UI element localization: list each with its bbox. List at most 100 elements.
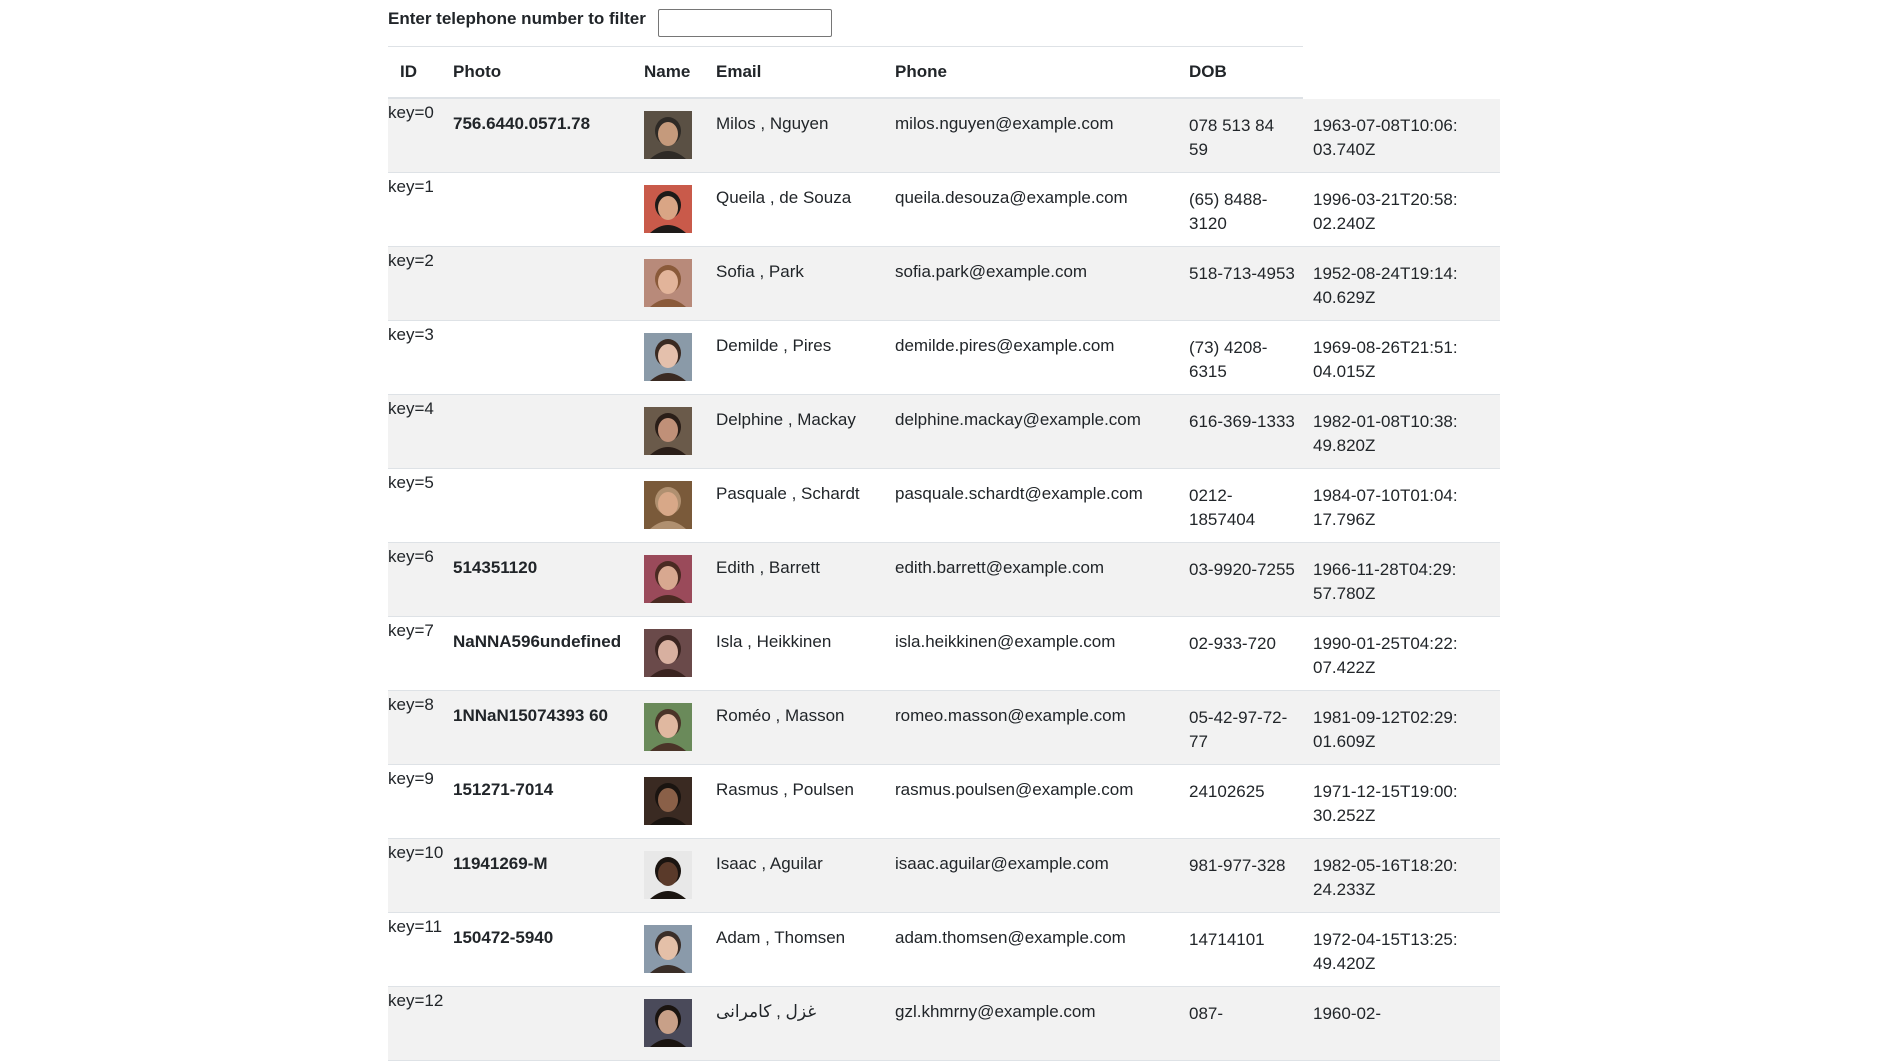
row-id: 514351120 bbox=[453, 558, 538, 577]
column-header-phone[interactable]: Phone bbox=[895, 62, 947, 82]
row-phone: 518-713-4953 bbox=[1189, 264, 1295, 283]
row-dob: 1982-01-08T10:38:49.820Z bbox=[1313, 412, 1458, 455]
row-phone: 087- bbox=[1189, 1004, 1224, 1023]
row-key: key=10 bbox=[388, 843, 444, 862]
table-row[interactable]: key=11 150472-5940 Adam , Thomsen adam.thom… bbox=[388, 913, 1500, 987]
avatar bbox=[644, 777, 692, 825]
row-name: Pasquale , Schardt bbox=[716, 484, 860, 503]
column-header-name[interactable]: Name bbox=[644, 62, 690, 82]
avatar bbox=[644, 111, 692, 159]
column-header-id[interactable]: ID bbox=[400, 62, 417, 82]
row-phone: (73) 4208-6315 bbox=[1189, 338, 1268, 381]
column-header-photo[interactable]: Photo bbox=[453, 62, 501, 82]
row-key: key=4 bbox=[388, 399, 434, 418]
row-dob: 1971-12-15T19:00:30.252Z bbox=[1313, 782, 1458, 825]
row-email: gzl.khmrny@example.com bbox=[895, 1002, 1096, 1021]
avatar-photo bbox=[644, 111, 692, 159]
row-phone: 981-977-328 bbox=[1189, 856, 1286, 875]
row-dob: 1969-08-26T21:51:04.015Z bbox=[1313, 338, 1458, 381]
row-name: Delphine , Mackay bbox=[716, 410, 856, 429]
avatar bbox=[644, 259, 692, 307]
row-email: adam.thomsen@example.com bbox=[895, 928, 1126, 947]
table-row[interactable]: key=0 756.6440.0571.78 Milos , Nguyen milos… bbox=[388, 99, 1500, 173]
row-name: Isaac , Aguilar bbox=[716, 854, 823, 873]
table-row[interactable]: key=9 151271-7014 Rasmus , Poulsen rasmus.p… bbox=[388, 765, 1500, 839]
avatar bbox=[644, 481, 692, 529]
row-dob: 1966-11-28T04:29:57.780Z bbox=[1313, 560, 1457, 603]
row-name: Adam , Thomsen bbox=[716, 928, 846, 947]
table-row[interactable]: key=4 Delphine , Mackay delphine.mackay@ex… bbox=[388, 395, 1500, 469]
row-email: sofia.park@example.com bbox=[895, 262, 1088, 281]
row-email: romeo.masson@example.com bbox=[895, 706, 1126, 725]
avatar-photo bbox=[644, 925, 692, 973]
phone-filter-input[interactable] bbox=[657, 9, 832, 37]
filter-label: Enter telephone number to filter bbox=[388, 9, 646, 28]
row-dob: 1960-02- bbox=[1313, 1004, 1382, 1023]
table-row[interactable]: key=3 Demilde , Pires demilde.pires@exampl… bbox=[388, 321, 1500, 395]
row-email: isaac.aguilar@example.com bbox=[895, 854, 1109, 873]
users-table-container: Enter telephone number to filter ID Phot… bbox=[388, 0, 1500, 1061]
row-dob: 1963-07-08T10:06:03.740Z bbox=[1313, 116, 1458, 159]
row-phone: 05-42-97-72-77 bbox=[1189, 708, 1288, 751]
row-id: 11941269-M bbox=[453, 854, 548, 873]
row-dob: 1972-04-15T13:25:49.420Z bbox=[1313, 930, 1458, 973]
row-email: demilde.pires@example.com bbox=[895, 336, 1115, 355]
row-phone: 03-9920-7255 bbox=[1189, 560, 1295, 579]
row-phone: 078 513 84 59 bbox=[1189, 116, 1275, 159]
row-name: Milos , Nguyen bbox=[716, 114, 829, 133]
row-id: NaNNA596undefined bbox=[453, 632, 622, 651]
row-key: key=8 bbox=[388, 695, 434, 714]
row-phone: 0212-1857404 bbox=[1189, 486, 1256, 529]
avatar-photo bbox=[644, 259, 692, 307]
column-header-email[interactable]: Email bbox=[716, 62, 761, 82]
avatar bbox=[644, 407, 692, 455]
table-header: ID Photo Name Email Phone DOB bbox=[388, 47, 1303, 99]
avatar bbox=[644, 703, 692, 751]
row-phone: 24102625 bbox=[1189, 782, 1265, 801]
table-row[interactable]: key=7 NaNNA596undefined Isla , Heikkinen is… bbox=[388, 617, 1500, 691]
avatar-photo bbox=[644, 555, 692, 603]
row-name: Roméo , Masson bbox=[716, 706, 845, 725]
table-row[interactable]: key=5 Pasquale , Schardt pasquale.schardt@… bbox=[388, 469, 1500, 543]
row-email: delphine.mackay@example.com bbox=[895, 410, 1141, 429]
avatar-photo bbox=[644, 777, 692, 825]
row-name: غزل , کامرانی bbox=[716, 1002, 817, 1021]
table-body: key=0 756.6440.0571.78 Milos , Nguyen milos… bbox=[388, 99, 1500, 1061]
table-row[interactable]: key=1 Queila , de Souza queila.desouza@exa… bbox=[388, 173, 1500, 247]
row-phone: 616-369-1333 bbox=[1189, 412, 1295, 431]
avatar-photo bbox=[644, 481, 692, 529]
table-row[interactable]: key=8 1NNaN15074393 60 Roméo , Masson romeo… bbox=[388, 691, 1500, 765]
avatar bbox=[644, 925, 692, 973]
avatar bbox=[644, 555, 692, 603]
table-row[interactable]: key=6 514351120 Edith , Barrett edith.barre… bbox=[388, 543, 1500, 617]
row-key: key=3 bbox=[388, 325, 434, 344]
avatar-photo bbox=[644, 185, 692, 233]
row-key: key=0 bbox=[388, 103, 434, 122]
table-row[interactable]: key=12 غزل , کامرانی gzl.khmrny@example.co… bbox=[388, 987, 1500, 1061]
row-email: pasquale.schardt@example.com bbox=[895, 484, 1143, 503]
row-key: key=12 bbox=[388, 991, 444, 1010]
row-name: Sofia , Park bbox=[716, 262, 804, 281]
row-email: milos.nguyen@example.com bbox=[895, 114, 1114, 133]
row-key: key=11 bbox=[388, 917, 443, 936]
avatar bbox=[644, 629, 692, 677]
row-dob: 1981-09-12T02:29:01.609Z bbox=[1313, 708, 1458, 751]
row-dob: 1984-07-10T01:04:17.796Z bbox=[1313, 486, 1458, 529]
row-name: Edith , Barrett bbox=[716, 558, 820, 577]
table-row[interactable]: key=10 11941269-M Isaac , Aguilar isaac.agu… bbox=[388, 839, 1500, 913]
avatar-photo bbox=[644, 703, 692, 751]
row-dob: 1982-05-16T18:20:24.233Z bbox=[1313, 856, 1458, 899]
row-dob: 1996-03-21T20:58:02.240Z bbox=[1313, 190, 1458, 233]
column-header-dob[interactable]: DOB bbox=[1189, 62, 1227, 82]
row-name: Queila , de Souza bbox=[716, 188, 852, 207]
avatar-photo bbox=[644, 999, 692, 1047]
row-id: 150472-5940 bbox=[453, 928, 554, 947]
avatar-photo bbox=[644, 851, 692, 899]
row-email: isla.heikkinen@example.com bbox=[895, 632, 1116, 651]
row-key: key=6 bbox=[388, 547, 434, 566]
row-id: 1NNaN15074393 60 bbox=[453, 706, 609, 725]
avatar bbox=[644, 999, 692, 1047]
row-key: key=7 bbox=[388, 621, 434, 640]
table-row[interactable]: key=2 Sofia , Park sofia.park@example.com 5… bbox=[388, 247, 1500, 321]
row-key: key=1 bbox=[388, 177, 434, 196]
